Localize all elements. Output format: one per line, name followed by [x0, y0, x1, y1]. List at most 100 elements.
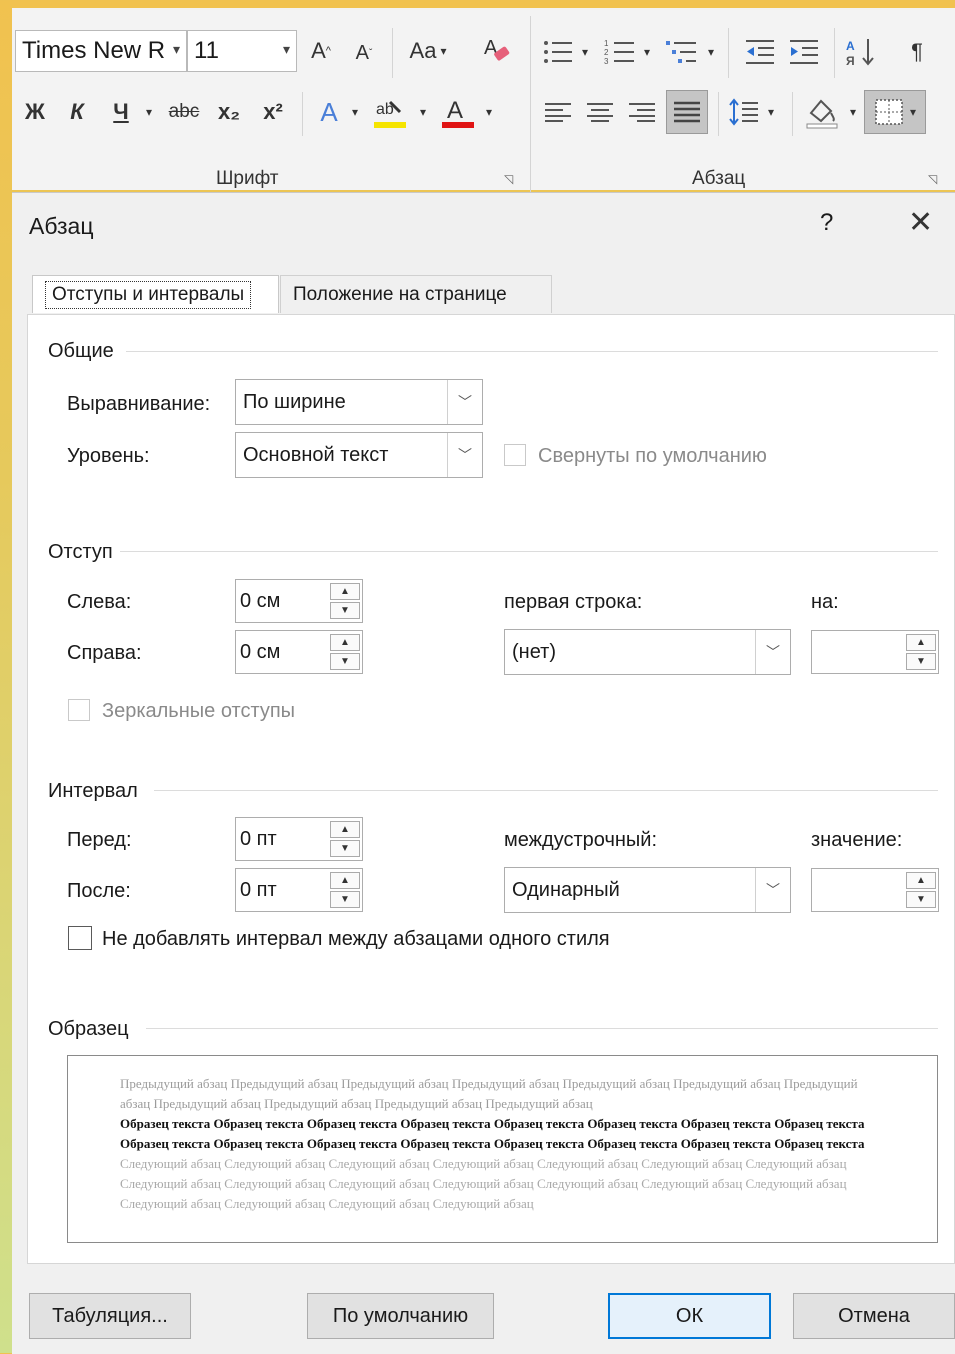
line-spacing-at-label: значение:	[811, 829, 903, 851]
align-left-icon[interactable]	[540, 94, 576, 130]
font-size-combo[interactable]: 11 ▾	[187, 30, 297, 72]
ribbon: Times New R ▾ 11 ▾ A ^ Aˇ Aa ▾ A Ж К Ч ▾ a…	[12, 8, 955, 196]
font-color-icon[interactable]: A	[438, 92, 478, 132]
clear-formatting-icon[interactable]: A	[480, 32, 514, 68]
underline-button[interactable]: Ч	[106, 94, 136, 130]
italic-button[interactable]: К	[62, 94, 92, 130]
pilcrow-icon[interactable]: ¶	[900, 34, 934, 70]
collapsed-by-default-label: Свернуты по умолчанию	[538, 445, 767, 467]
level-select[interactable]: Основной текст ﹀	[235, 432, 483, 478]
set-default-button[interactable]: По умолчанию	[307, 1293, 494, 1339]
alignment-select[interactable]: По ширине ﹀	[235, 379, 483, 425]
first-line-select[interactable]: (нет) ﹀	[504, 629, 791, 675]
spin-up-icon[interactable]: ▲	[330, 634, 360, 651]
spacing-after-spinner[interactable]: 0 пт ▲ ▼	[235, 868, 363, 912]
change-case-button[interactable]: Aa ▾	[402, 34, 454, 68]
chevron-down-icon[interactable]: ▾	[764, 94, 778, 130]
chevron-down-icon: ▾	[282, 41, 290, 57]
spin-up-icon[interactable]: ▲	[330, 583, 360, 600]
ok-button[interactable]: ОК	[608, 1293, 771, 1339]
alignment-value: По ширине	[243, 390, 346, 413]
font-size-value: 11	[194, 37, 219, 64]
shading-icon[interactable]	[802, 92, 842, 132]
spin-up-icon[interactable]: ▲	[330, 821, 360, 838]
chevron-down-icon[interactable]: ▾	[142, 94, 156, 130]
align-center-icon[interactable]	[582, 94, 618, 130]
superscript-button[interactable]: x²	[256, 94, 290, 130]
preview-box: Предыдущий абзац Предыдущий абзац Предыд…	[67, 1055, 938, 1243]
spin-down-icon[interactable]: ▼	[906, 891, 936, 908]
chevron-down-icon: ﹀	[447, 433, 482, 477]
spin-up-icon[interactable]: ▲	[906, 634, 936, 651]
spacing-before-spinner[interactable]: 0 пт ▲ ▼	[235, 817, 363, 861]
line-spacing-at-spinner[interactable]: ▲ ▼	[811, 868, 939, 912]
shrink-font-icon[interactable]: Aˇ	[350, 36, 378, 70]
sort-icon[interactable]: AЯ	[844, 34, 880, 70]
chevron-down-icon[interactable]: ▾	[416, 94, 430, 130]
spin-up-icon[interactable]: ▲	[330, 872, 360, 889]
chevron-down-icon: ﹀	[755, 630, 790, 674]
close-icon[interactable]: ✕	[908, 205, 933, 240]
section-indent: Отступ	[48, 541, 113, 563]
subscript-button[interactable]: x₂	[212, 94, 246, 130]
multilevel-list-icon[interactable]	[664, 34, 700, 70]
bullets-icon[interactable]	[540, 34, 576, 70]
indent-right-value: 0 см	[240, 640, 281, 663]
indent-right-spinner[interactable]: 0 см ▲ ▼	[235, 630, 363, 674]
indent-left-label: Слева:	[67, 591, 132, 613]
dialog-launcher-icon[interactable]: ◹	[928, 172, 937, 186]
chevron-down-icon[interactable]: ▾	[640, 34, 654, 70]
line-spacing-select[interactable]: Одинарный ﹀	[504, 867, 791, 913]
highlight-icon[interactable]: ab	[370, 92, 410, 132]
paragraph-dialog: Абзац ? ✕ Отступы и интервалы Положение …	[12, 192, 955, 1354]
decrease-indent-icon[interactable]	[742, 34, 778, 70]
spin-down-icon[interactable]: ▼	[330, 840, 360, 857]
increase-indent-icon[interactable]	[786, 34, 822, 70]
no-space-same-style-checkbox[interactable]	[68, 926, 92, 950]
tab-label: Положение на странице	[293, 283, 507, 305]
svg-text:A: A	[447, 97, 463, 124]
indent-left-spinner[interactable]: 0 см ▲ ▼	[235, 579, 363, 623]
alignment-label: Выравнивание:	[67, 393, 211, 415]
indent-left-value: 0 см	[240, 589, 281, 612]
justify-icon[interactable]	[666, 90, 708, 134]
chevron-down-icon[interactable]: ▾	[704, 34, 718, 70]
section-spacing: Интервал	[48, 780, 138, 802]
indent-by-spinner[interactable]: ▲ ▼	[811, 630, 939, 674]
chevron-down-icon[interactable]: ▾	[578, 34, 592, 70]
spin-down-icon[interactable]: ▼	[330, 891, 360, 908]
tab-indents-and-spacing[interactable]: Отступы и интервалы	[32, 275, 279, 313]
cancel-button[interactable]: Отмена	[793, 1293, 955, 1339]
tab-line-and-page-breaks[interactable]: Положение на странице	[280, 275, 552, 313]
spacing-before-label: Перед:	[67, 829, 132, 851]
grow-font-icon[interactable]: A ^	[307, 34, 335, 68]
spin-down-icon[interactable]: ▼	[906, 653, 936, 670]
strikethrough-button[interactable]: abc	[164, 94, 204, 130]
tabs-button[interactable]: Табуляция...	[29, 1293, 191, 1339]
numbering-icon[interactable]: 123	[602, 34, 638, 70]
borders-icon[interactable]: ▾	[864, 90, 926, 134]
line-spacing-icon[interactable]	[726, 94, 762, 130]
chevron-down-icon: ▾	[172, 41, 180, 57]
help-icon[interactable]: ?	[820, 209, 833, 237]
level-label: Уровень:	[67, 445, 150, 467]
font-name-combo[interactable]: Times New R ▾	[15, 30, 187, 72]
font-name-value: Times New R	[22, 37, 166, 64]
mirror-indents-checkbox[interactable]	[68, 699, 90, 721]
paragraph-group-label: Абзац	[692, 168, 746, 189]
svg-text:2: 2	[604, 48, 609, 57]
change-case-label: Aa	[409, 38, 437, 63]
chevron-down-icon[interactable]: ▾	[348, 94, 362, 130]
bold-button[interactable]: Ж	[20, 94, 50, 130]
spin-up-icon[interactable]: ▲	[906, 872, 936, 889]
line-spacing-label: междустрочный:	[504, 829, 658, 851]
spin-down-icon[interactable]: ▼	[330, 653, 360, 670]
chevron-down-icon[interactable]: ▾	[482, 94, 496, 130]
collapsed-by-default-checkbox[interactable]	[504, 444, 526, 466]
dialog-launcher-icon[interactable]: ◹	[504, 172, 513, 186]
text-effects-icon[interactable]: A	[312, 94, 346, 130]
preview-previous-paragraph: Предыдущий абзац Предыдущий абзац Предыд…	[120, 1076, 858, 1111]
align-right-icon[interactable]	[624, 94, 660, 130]
spin-down-icon[interactable]: ▼	[330, 602, 360, 619]
chevron-down-icon[interactable]: ▾	[846, 94, 860, 130]
